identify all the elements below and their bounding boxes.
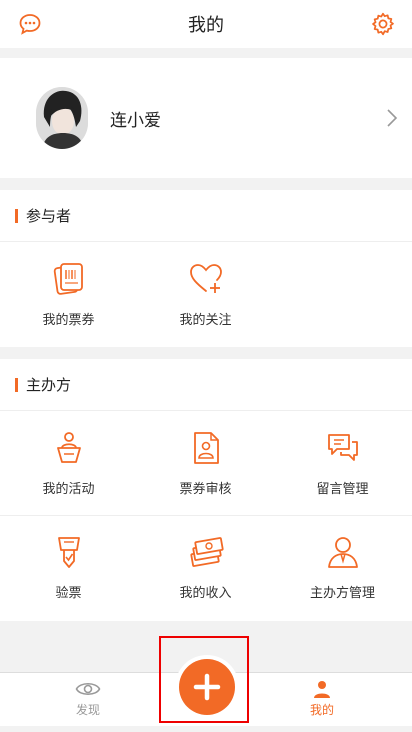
- document-person-icon: [193, 431, 219, 464]
- tab-discover-label: 发现: [75, 703, 100, 717]
- profile-name: 连小爱: [110, 110, 161, 131]
- organizer-header: 主办方: [0, 359, 412, 411]
- organizer-management-label: 主办方管理: [309, 586, 375, 601]
- check-ticket-button[interactable]: 验票: [0, 516, 137, 619]
- participant-section: 参与者 我的票券 我的关注: [0, 190, 412, 347]
- eye-icon: [75, 682, 101, 696]
- section-title: 参与者: [26, 207, 72, 225]
- highlight-box: [159, 636, 249, 723]
- my-events-button[interactable]: 我的活动: [0, 411, 137, 515]
- avatar[interactable]: [36, 87, 88, 149]
- message-management-label: 留言管理: [316, 481, 369, 497]
- section-title: 主办方: [26, 376, 72, 394]
- ticket-review-button[interactable]: 票券审核: [137, 411, 274, 515]
- section-accent-bar: [15, 377, 18, 392]
- my-income-label: 我的收入: [179, 586, 232, 601]
- person-podium-icon: [56, 431, 81, 463]
- tab-mine-label: 我的: [309, 703, 334, 717]
- page-title: 我的: [188, 15, 224, 36]
- check-ticket-label: 验票: [55, 586, 82, 601]
- participant-header: 参与者: [0, 190, 412, 242]
- ticket-check-icon: [57, 537, 80, 568]
- my-follows-button[interactable]: 我的关注: [137, 242, 274, 346]
- profile-card[interactable]: 连小爱: [0, 58, 412, 178]
- heart-plus-icon: [189, 263, 222, 293]
- organizer-icon: [327, 537, 358, 568]
- gear-icon[interactable]: [370, 11, 396, 37]
- top-bar: 我的: [0, 0, 412, 48]
- chat-bubbles-icon: [327, 433, 358, 461]
- my-income-button[interactable]: 我的收入: [137, 516, 274, 619]
- money-icon: [189, 537, 224, 567]
- chat-icon[interactable]: [18, 12, 42, 36]
- organizer-management-button[interactable]: 主办方管理: [274, 516, 411, 619]
- message-management-button[interactable]: 留言管理: [274, 411, 411, 515]
- tab-discover[interactable]: 发现: [48, 679, 128, 718]
- my-tickets-label: 我的票券: [42, 312, 95, 328]
- chevron-right-icon: [387, 109, 398, 127]
- my-events-label: 我的活动: [42, 481, 95, 497]
- my-tickets-button[interactable]: 我的票券: [0, 242, 137, 346]
- ticket-icon: [53, 262, 83, 295]
- organizer-section: 主办方 我的活动 票券审核 留言管理 验票 我的收入 主办方管理: [0, 359, 412, 621]
- my-follows-label: 我的关注: [179, 312, 232, 328]
- person-icon: [314, 681, 330, 698]
- tab-mine[interactable]: 我的: [282, 679, 362, 718]
- ticket-review-label: 票券审核: [179, 481, 232, 497]
- section-accent-bar: [15, 208, 18, 223]
